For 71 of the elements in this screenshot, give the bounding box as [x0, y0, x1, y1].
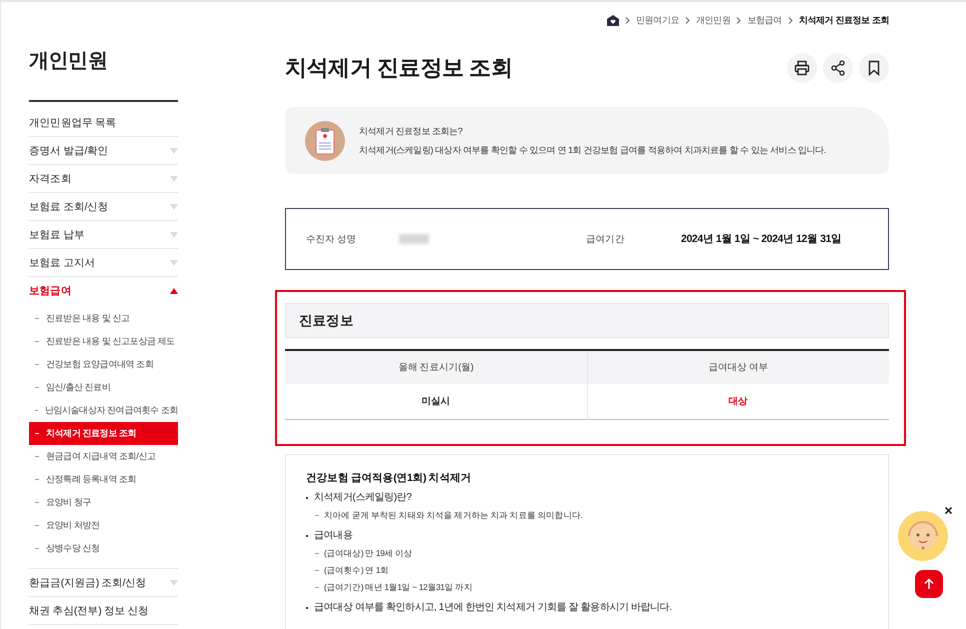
- sidebar-subitem[interactable]: 임신/출산 진료비: [29, 376, 178, 399]
- notice-detail: (급여기간) 매년 1월1일 ~ 12월31일 까지: [324, 581, 472, 594]
- sidebar-subitem[interactable]: 치석제거 진료정보 조회: [29, 422, 178, 445]
- bookmark-icon: [866, 60, 882, 76]
- breadcrumb-link[interactable]: 보험급여: [747, 14, 782, 26]
- print-button[interactable]: [787, 53, 817, 83]
- sidebar-subitem[interactable]: 진료받은 내용 및 신고포상금 제도: [29, 330, 178, 353]
- column-header: 급여대상 여부: [587, 350, 889, 384]
- notice-detail: (급여횟수) 연 1회: [324, 564, 389, 577]
- sidebar-item[interactable]: 자격조회: [29, 165, 178, 193]
- chevron-right-icon: [684, 16, 690, 24]
- sidebar-item[interactable]: 보험료 조회/신청: [29, 193, 178, 221]
- sidebar-subitem[interactable]: 현금급여 지급내역 조회/신고: [29, 445, 178, 468]
- chevron-right-icon: [624, 16, 630, 24]
- notice-title: 건강보험 급여적용(연1회) 치석제거: [306, 471, 472, 485]
- blurred-name: [399, 234, 429, 244]
- recipient-name-label: 수진자 성명: [306, 232, 358, 246]
- share-icon: [830, 60, 846, 76]
- breadcrumb-link[interactable]: 민원여기요: [636, 14, 679, 26]
- sidebar-subitem[interactable]: 산정특례 등록내역 조회: [29, 468, 178, 491]
- caret-down-icon: [170, 260, 178, 266]
- sidebar-subitem[interactable]: 상병수당 신청: [29, 537, 178, 560]
- page-title: 치석제거 진료정보 조회: [285, 54, 512, 82]
- sidebar-item[interactable]: 보험료 납부: [29, 221, 178, 249]
- caret-down-icon: [170, 204, 178, 210]
- sidebar-item[interactable]: 보험료 고지서: [29, 249, 178, 277]
- dash-icon: [315, 553, 319, 554]
- caret-up-icon: [170, 288, 178, 294]
- column-header: 올해 진료시기(월): [285, 350, 587, 384]
- arrow-up-icon: [923, 578, 935, 590]
- sidebar-item[interactable]: 환급금(지원금) 조회/신청: [29, 569, 178, 597]
- caret-down-icon: [170, 148, 178, 154]
- chevron-right-icon: [736, 16, 742, 24]
- table-cell: 대상: [587, 384, 889, 420]
- sidebar-item[interactable]: 채권 추심(전부) 정보 신청: [29, 597, 178, 625]
- caret-down-icon: [170, 232, 178, 238]
- breadcrumb-link[interactable]: 치석제거 진료정보 조회: [798, 14, 889, 26]
- section-title: 진료정보: [285, 303, 889, 338]
- notice-detail: (급여대상) 만 19세 이상: [324, 547, 412, 560]
- clipboard-icon: [305, 120, 345, 160]
- sidebar-subitem[interactable]: 진료받은 내용 및 신고: [29, 307, 178, 330]
- sidebar-item[interactable]: 개인민원업무 목록: [29, 109, 178, 137]
- notice-item: 급여대상 여부를 확인하시고, 1년에 한번인 치석제거 기회를 잘 활용하시기 바랍니다.: [314, 601, 672, 615]
- close-icon[interactable]: [945, 507, 952, 514]
- breadcrumb-link[interactable]: 개인민원: [696, 14, 730, 26]
- sidebar-title: 개인민원: [29, 46, 178, 102]
- table-cell: 미실시: [285, 384, 587, 420]
- home-icon[interactable]: [606, 14, 619, 26]
- notice-item: 치석제거(스케일링)란?: [314, 491, 412, 505]
- scroll-top-button[interactable]: [915, 570, 943, 598]
- notice-item: 급여내용: [314, 529, 352, 543]
- dash-icon: [315, 570, 319, 571]
- printer-icon: [794, 60, 810, 76]
- sidebar-subitem[interactable]: 요양비 처방전: [29, 514, 178, 537]
- sidebar-subitem[interactable]: 건강보험 요양급여내역 조회: [29, 353, 178, 376]
- sidebar-subitem[interactable]: 요양비 청구: [29, 491, 178, 514]
- intro-question: 치석제거 진료정보 조회는?: [359, 124, 464, 138]
- caret-down-icon: [170, 176, 178, 182]
- period-value: 2024년 1월 1일 ~ 2024년 12월 31일: [681, 232, 843, 246]
- chevron-right-icon: [788, 16, 793, 24]
- period-label: 급여기간: [586, 232, 626, 246]
- bookmark-button[interactable]: [859, 53, 889, 83]
- sidebar-item[interactable]: 보험급여: [29, 277, 178, 304]
- caret-down-icon: [170, 580, 178, 586]
- intro-description: 치석제거(스케일링) 대상자 여부를 확인할 수 있으며 연 1회 건강보험 급여를 적용하여 치과치료를 할 수 있는 서비스 입니다.: [359, 144, 826, 156]
- notice-detail: 치아에 굳게 부착된 치태와 치석을 제거하는 치과 치료를 의미합니다.: [324, 509, 582, 522]
- dash-icon: [315, 515, 319, 516]
- sidebar-item[interactable]: 증명서 발급/확인: [29, 137, 178, 165]
- share-button[interactable]: [823, 53, 853, 83]
- dash-icon: [315, 587, 319, 588]
- sidebar-subitem[interactable]: 난임시술대상자 잔여급여횟수 조회: [29, 399, 178, 422]
